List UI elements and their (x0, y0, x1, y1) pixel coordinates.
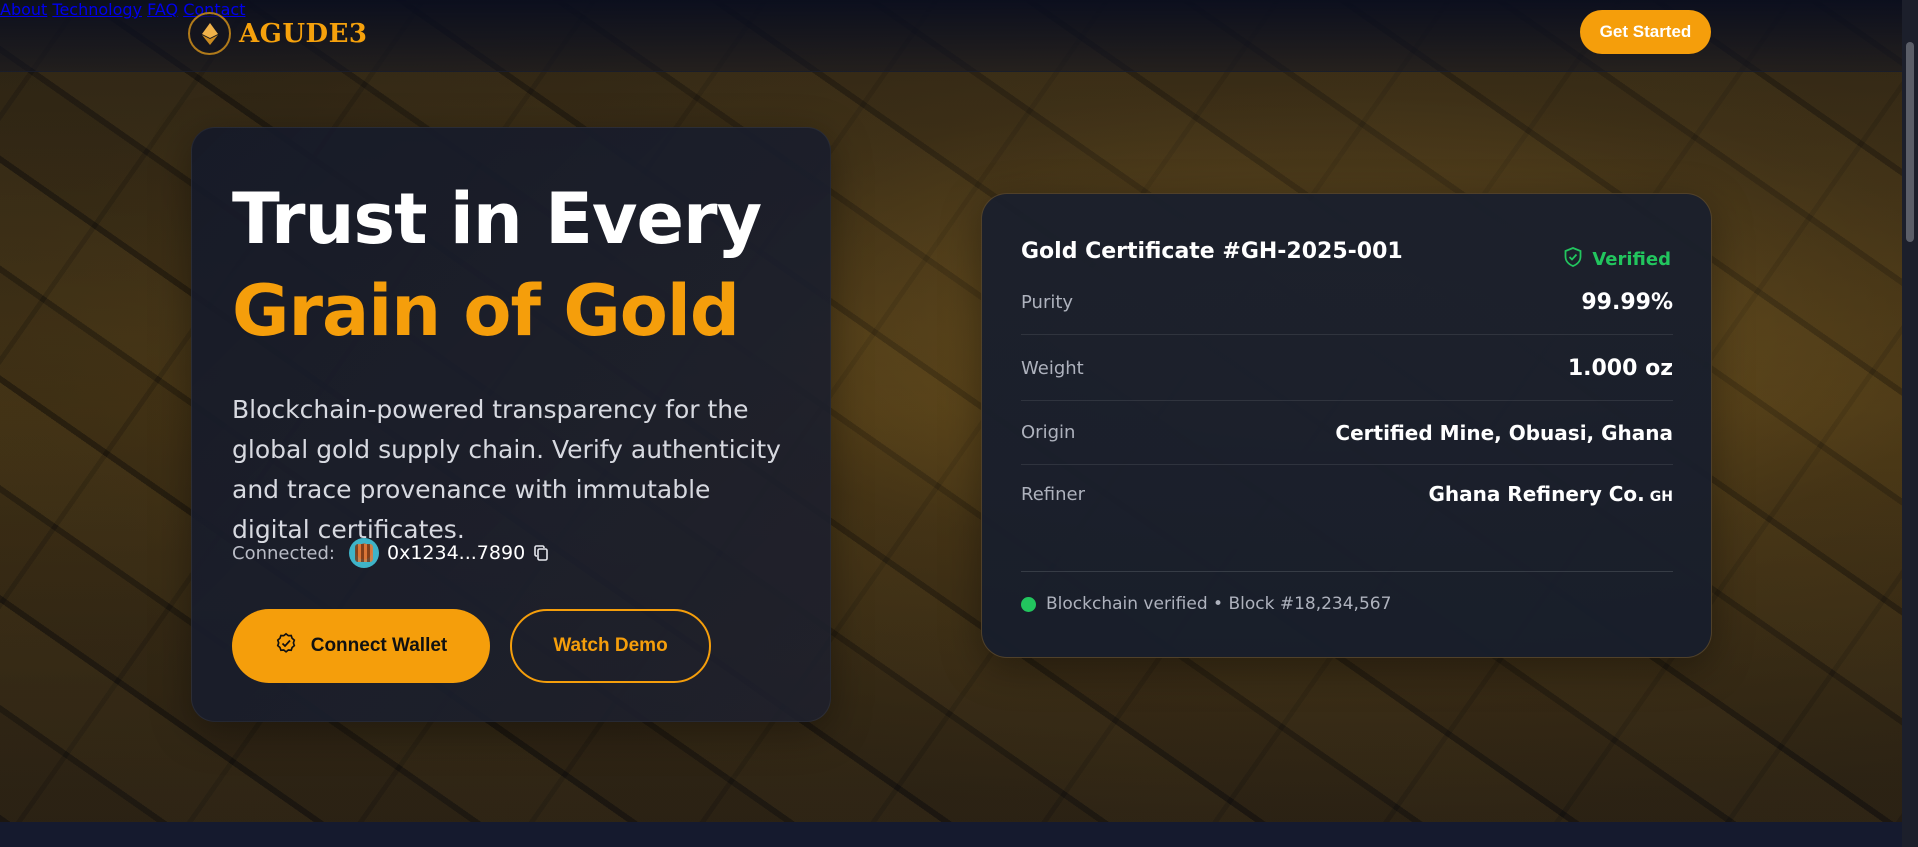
wallet-status: Connected: 0x1234...7890 (232, 538, 551, 568)
refiner-name: Ghana Refinery Co. (1428, 482, 1645, 506)
cert-row-origin: Origin Certified Mine, Obuasi, Ghana (1021, 401, 1673, 465)
cert-row-purity: Purity 99.99% (1021, 271, 1673, 335)
next-section-edge (0, 822, 1902, 847)
nav-link-faq[interactable]: FAQ (147, 0, 178, 19)
cert-value: Certified Mine, Obuasi, Ghana (1335, 420, 1673, 445)
cert-value: 1.000 oz (1567, 356, 1673, 381)
blockchain-status: Blockchain verified • Block #18,234,567 (1021, 571, 1673, 614)
scrollbar-thumb[interactable] (1906, 42, 1914, 242)
cert-key: Refiner (1021, 483, 1085, 505)
verified-status: Verified (1592, 249, 1671, 270)
hero-headline-line2: Grain of Gold (232, 270, 740, 352)
cert-value-refiner: Ghana Refinery Co. GH (1428, 482, 1673, 506)
cert-key: Purity (1021, 292, 1074, 313)
gold-certificate-card: Gold Certificate #GH-2025-001 Verified P… (981, 193, 1712, 658)
cert-key: Origin (1021, 422, 1076, 443)
brand-name: AGUDE3 (239, 18, 368, 49)
certificate-title: Gold Certificate #GH-2025-001 (1021, 239, 1403, 264)
wallet-address: 0x1234...7890 (387, 542, 526, 564)
cert-row-weight: Weight 1.000 oz (1021, 337, 1673, 401)
blockchain-status-text: Blockchain verified • Block #18,234,567 (1046, 594, 1392, 614)
copy-icon[interactable] (533, 544, 551, 562)
hero-card: Trust in Every Grain of Gold Blockchain-… (191, 127, 831, 722)
cert-row-refiner: Refiner Ghana Refinery Co. GH (1021, 462, 1673, 526)
nav-link-technology[interactable]: Technology (52, 0, 142, 19)
cert-key: Weight (1021, 358, 1084, 379)
page-scrollbar[interactable] (1902, 0, 1918, 847)
badge-check-icon (275, 632, 297, 660)
watch-demo-button[interactable]: Watch Demo (510, 609, 711, 683)
nav-link-about[interactable]: About (0, 0, 47, 19)
status-dot (1021, 596, 1036, 612)
connect-wallet-label: Connect Wallet (310, 635, 448, 656)
brand-logo[interactable]: AGUDE3 (188, 12, 368, 55)
wallet-avatar (349, 538, 379, 568)
hero-headline-line1: Trust in Every (232, 178, 762, 260)
top-navbar: AGUDE3 About Technology FAQ Contact Get … (0, 0, 1902, 72)
cert-value: 99.99% (1581, 290, 1673, 315)
hero-subtitle: Blockchain-powered transparency for the … (232, 395, 781, 544)
connected-label: Connected: (232, 542, 335, 564)
shield-check-icon (1562, 246, 1584, 273)
ghana-flag-icon: GH (1649, 489, 1673, 505)
get-started-button[interactable]: Get Started (1580, 10, 1711, 54)
ethereum-diamond-icon (188, 12, 231, 55)
verified-badge: Verified (1562, 246, 1671, 273)
connect-wallet-button[interactable]: Connect Wallet (232, 609, 490, 683)
